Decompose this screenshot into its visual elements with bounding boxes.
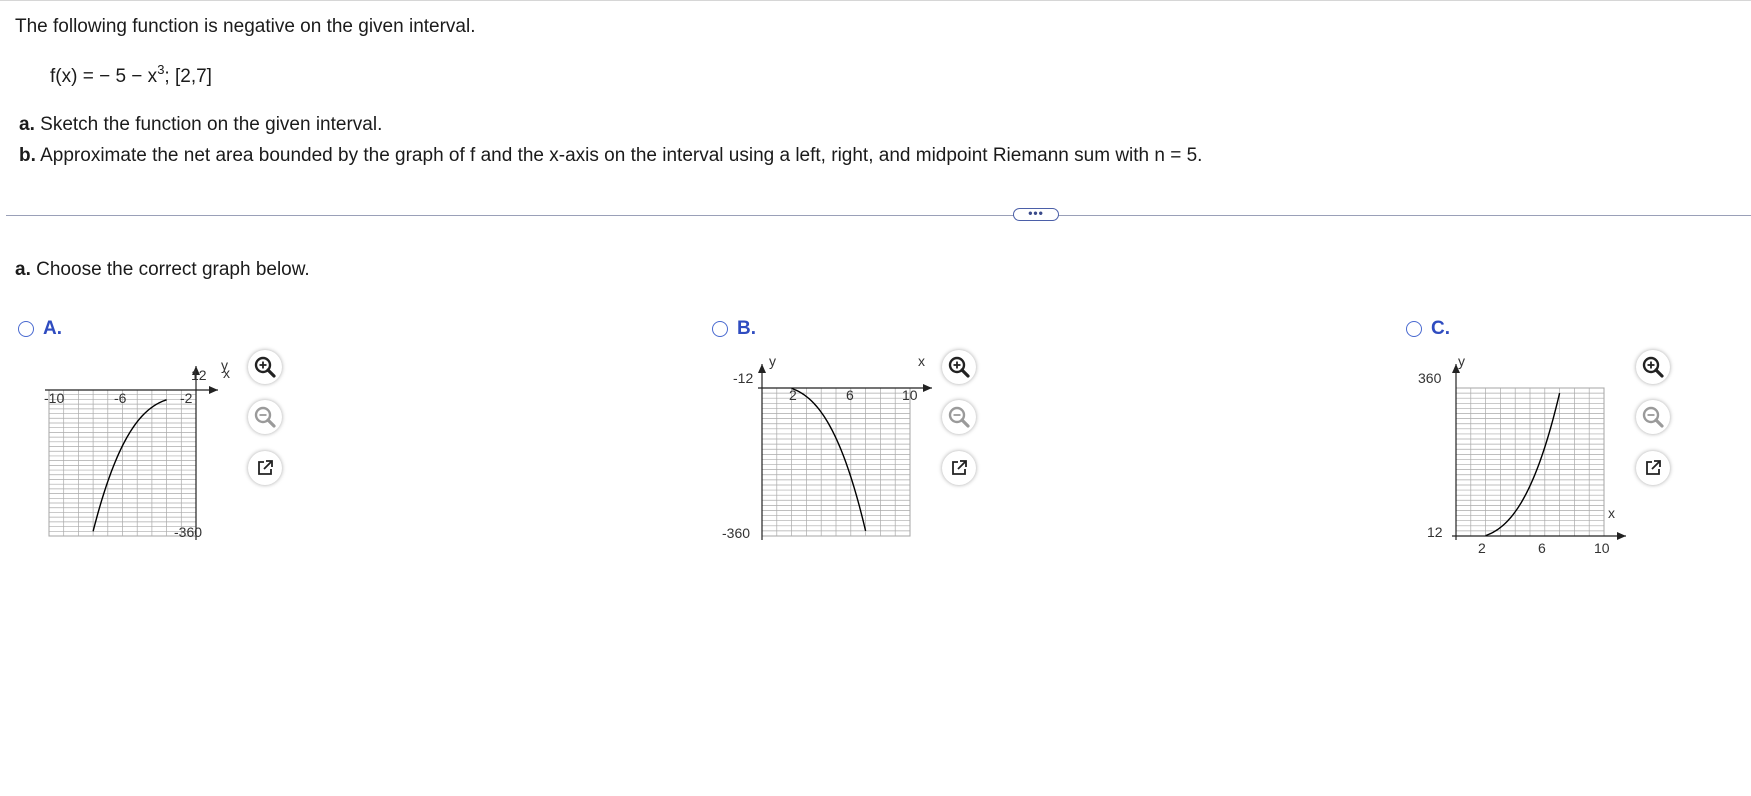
graph-c-tick-y-12: 12 <box>1427 524 1443 540</box>
graph-c-svg: 360 12 2 6 10 y x <box>1418 353 1626 556</box>
graph-a-tick-y-neg360: -360 <box>174 524 202 540</box>
graph-b-grid <box>761 387 911 537</box>
choice-c-label: C. <box>1431 318 1450 339</box>
graph-a-zoom-in-button[interactable] <box>248 350 282 384</box>
graph-a-popout-button[interactable] <box>248 451 282 485</box>
question-prompt: a. Choose the correct graph below. <box>15 259 310 281</box>
graph-b-svg: -12 2 6 10 -360 y x <box>722 353 932 541</box>
zoom-in-icon <box>948 356 970 378</box>
graph-b-zoom-out-button[interactable] <box>942 400 976 434</box>
function-interval: ; [2,7] <box>164 66 212 87</box>
part-a-instruction: a. Sketch the function on the given inte… <box>19 114 382 136</box>
part-a-text: Sketch the function on the given interva… <box>40 114 383 135</box>
graph-a-tick-y-12: 12 <box>191 367 207 383</box>
graph-b-popout-button[interactable] <box>942 451 976 485</box>
expand-more-button[interactable]: ••• <box>1013 207 1059 221</box>
graph-a-tick-x-neg2: -2 <box>180 390 193 406</box>
part-b-text: Approximate the net area bounded by the … <box>40 145 1203 166</box>
graph-a-zoom-out-button[interactable] <box>248 400 282 434</box>
graph-c-tick-x-6: 6 <box>1538 540 1546 556</box>
choice-b-label: B. <box>737 318 756 339</box>
graph-c[interactable]: 360 12 2 6 10 y x <box>1414 350 1634 560</box>
choice-a[interactable]: A. <box>18 318 62 340</box>
zoom-out-icon <box>254 406 276 428</box>
graph-c-zoom-out-button[interactable] <box>1636 400 1670 434</box>
part-b-label: b. <box>19 145 36 166</box>
function-expression: f(x) = − 5 − x3; [2,7] <box>50 62 212 88</box>
graph-b-axis-x-name: x <box>918 353 925 369</box>
graph-b-tick-y-neg360: -360 <box>722 525 750 541</box>
choice-c-radio[interactable] <box>1406 321 1422 337</box>
choice-a-label: A. <box>43 318 62 339</box>
graph-c-tick-x-10: 10 <box>1594 540 1610 556</box>
question-text: Choose the correct graph below. <box>36 259 310 280</box>
graph-a-tick-x-neg6: -6 <box>114 390 127 406</box>
zoom-in-icon <box>1642 356 1664 378</box>
graph-c-popout-button[interactable] <box>1636 451 1670 485</box>
graph-b-zoom-in-button[interactable] <box>942 350 976 384</box>
section-divider <box>6 215 1751 216</box>
function-text: f(x) = − 5 − x <box>50 66 158 87</box>
graph-a[interactable]: -10 -6 -2 12 -360 y x <box>30 350 250 550</box>
top-rule <box>0 0 1751 1</box>
zoom-out-icon <box>1642 406 1664 428</box>
graph-c-axis-x-name: x <box>1608 505 1615 521</box>
graph-c-tick-x-2: 2 <box>1478 540 1486 556</box>
choice-b[interactable]: B. <box>712 318 756 340</box>
graph-b-tick-x-10: 10 <box>902 387 918 403</box>
graph-b-y-axis-arrow <box>758 364 766 373</box>
graph-c-x-axis-arrow <box>1617 532 1626 540</box>
graph-b[interactable]: -12 2 6 10 -360 y x <box>720 350 940 550</box>
zoom-out-icon <box>948 406 970 428</box>
popout-icon <box>258 460 273 475</box>
graph-b-tick-x-6: 6 <box>846 387 854 403</box>
graph-a-tick-x-neg10: -10 <box>44 390 64 406</box>
graph-b-tick-y-neg12: -12 <box>733 370 753 386</box>
popout-icon <box>1646 460 1661 475</box>
part-a-label: a. <box>19 114 35 135</box>
part-b-instruction: b. Approximate the net area bounded by t… <box>19 145 1202 167</box>
zoom-in-icon <box>254 356 276 378</box>
problem-intro: The following function is negative on th… <box>15 16 476 37</box>
graph-a-x-axis-arrow <box>209 386 218 394</box>
graph-c-tick-y-360: 360 <box>1418 370 1442 386</box>
graph-a-grid <box>48 389 197 537</box>
graph-a-svg: -10 -6 -2 12 -360 y x <box>44 357 230 540</box>
graph-b-axis-y-name: y <box>769 353 776 369</box>
choice-c[interactable]: C. <box>1406 318 1450 340</box>
graph-c-grid <box>1455 387 1605 537</box>
graph-c-zoom-in-button[interactable] <box>1636 350 1670 384</box>
graph-b-x-axis-arrow <box>923 384 932 392</box>
choice-a-radio[interactable] <box>18 321 34 337</box>
graph-c-axis-y-name: y <box>1458 353 1465 369</box>
question-label: a. <box>15 259 31 280</box>
popout-icon <box>952 460 967 475</box>
choice-b-radio[interactable] <box>712 321 728 337</box>
graph-a-axis-x-name: x <box>223 365 230 381</box>
